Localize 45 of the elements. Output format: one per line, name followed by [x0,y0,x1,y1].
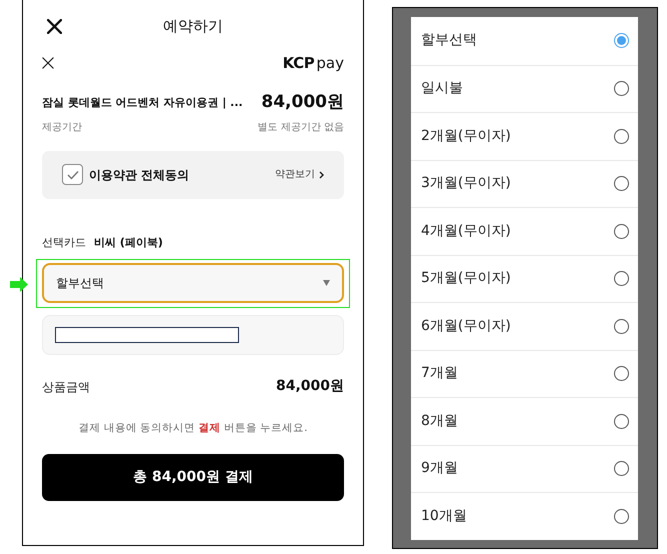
card-label: 선택카드 [42,234,86,250]
installment-select[interactable]: 할부선택 [42,263,344,303]
radio-button[interactable] [614,508,629,524]
installment-option[interactable]: 할부선택 [411,17,638,64]
terms-label: 이용약관 전체동의 [89,166,190,184]
radio-button[interactable] [614,176,629,192]
installment-option[interactable]: 일시불 [411,64,638,112]
installment-option[interactable]: 9개월 [411,444,638,492]
check-icon [66,170,78,180]
card-name: 비씨 (페이북) [94,234,163,250]
amount-value: 84,000원 [276,377,344,396]
close-icon[interactable] [47,19,62,34]
installment-option[interactable]: 3개월(무이자) [411,160,638,207]
radio-button[interactable] [614,366,629,382]
radio-button[interactable] [614,461,629,476]
pay-button[interactable]: 총 84,000원 결제 [42,454,344,501]
product-price: 84,000원 [261,91,344,114]
radio-button[interactable] [614,33,629,48]
period-label: 제공기간 [42,120,82,134]
close-icon[interactable] [42,57,54,69]
installment-option[interactable]: 7개월 [411,350,638,397]
radio-button[interactable] [614,128,629,144]
amount-label: 상품금액 [42,378,90,396]
installment-option[interactable]: 6개월(무이자) [411,302,638,350]
installment-option[interactable]: 10개월 [411,492,638,540]
installment-option[interactable]: 4개월(무이자) [411,207,638,254]
caret-icon [323,280,330,286]
radio-button[interactable] [614,318,629,334]
arrow-icon [10,277,28,292]
period-value: 별도 제공기간 없음 [258,120,344,134]
radio-button[interactable] [614,224,629,239]
terms-link[interactable]: 약관보기 [275,167,315,182]
brand-logo: KCPpay [282,52,344,74]
radio-button[interactable] [614,414,629,429]
chevron-icon [319,170,324,178]
page-title: 예약하기 [163,16,223,37]
radio-button[interactable] [614,81,629,96]
product-name: 잠실 롯데월드 어드벤처 자유이용권 | ... [42,94,243,111]
notice-text: 결제 내용에 동의하시면 결제 버튼을 누르세요. [77,421,309,436]
input-field[interactable] [42,315,344,355]
installment-option[interactable]: 5개월(무이자) [411,254,638,302]
installment-option[interactable]: 8개월 [411,397,638,444]
checkbox[interactable] [62,164,83,185]
radio-button[interactable] [614,271,629,286]
installment-option[interactable]: 2개월(무이자) [411,112,638,160]
